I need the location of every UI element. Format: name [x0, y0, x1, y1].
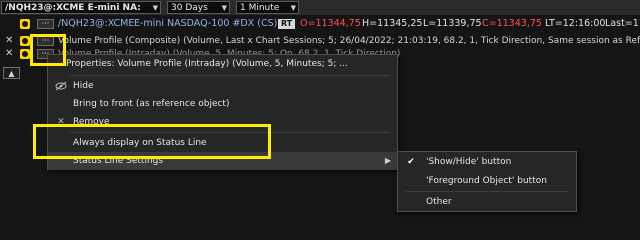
submenu-item-label: Other — [426, 197, 452, 207]
close-value: C=11343,75 — [482, 18, 542, 29]
menu-item-hide[interactable]: Hide — [48, 77, 397, 95]
submenu-item-show-hide[interactable]: ✔ 'Show/Hide' button — [398, 153, 576, 171]
check-icon: ✔ — [407, 157, 415, 167]
close-icon[interactable]: ✕ — [5, 35, 13, 47]
menu-item-label: Properties: Volume Profile (Intraday) (V… — [66, 59, 348, 69]
last-price-value: Last=113 — [605, 18, 640, 29]
period-combo-value: 30 Days — [171, 3, 208, 13]
menu-divider — [406, 191, 568, 192]
collapse-button[interactable]: ▲ — [3, 67, 20, 79]
highlight-box-more-options — [30, 34, 66, 66]
more-options-button[interactable]: ··· — [37, 19, 54, 29]
chevron-right-icon: ▶ — [384, 156, 391, 165]
chart-toolbar: /NQH23@:XCME E-mini NA: ▼ 30 Days ▼ 1 Mi… — [0, 0, 640, 15]
interval-combo[interactable]: 1 Minute ▼ — [236, 1, 299, 14]
status-symbol: /NQH23@:XCME — [58, 18, 135, 29]
study-row-composite: ✕ ··· Volume Profile (Composite) (Volume… — [0, 35, 640, 47]
submenu-item-label: 'Show/Hide' button — [426, 157, 512, 167]
low-value: L=11339,75 — [423, 18, 482, 29]
symbol-combo[interactable]: /NQH23@:XCME E-mini NA: ▼ — [1, 1, 161, 14]
menu-item-label: Hide — [73, 81, 94, 91]
show-hide-icon[interactable] — [20, 36, 30, 46]
open-value: O=11344,75 — [300, 18, 361, 29]
highlight-box-always-display — [33, 124, 271, 159]
status-line: ··· /NQH23@:XCME E-mini NASDAQ-100 #DX (… — [0, 17, 640, 31]
menu-item-bring-to-front[interactable]: Bring to front (as reference object) — [48, 95, 397, 113]
study-label: Volume Profile (Composite) (Volume, Last… — [58, 36, 640, 46]
menu-item-properties[interactable]: Properties: Volume Profile (Intraday) (V… — [48, 55, 397, 73]
realtime-badge: RT — [278, 19, 296, 29]
symbol-combo-value: /NQH23@:XCME E-mini NA: — [5, 3, 141, 13]
submenu-item-label: 'Foreground Object' button — [426, 176, 547, 186]
submenu-item-other[interactable]: Other — [398, 193, 576, 211]
chevron-down-icon: ▼ — [152, 4, 158, 12]
show-hide-icon[interactable] — [20, 19, 30, 29]
status-line-settings-submenu: ✔ 'Show/Hide' button 'Foreground Object'… — [397, 151, 577, 212]
chevron-down-icon: ▼ — [221, 4, 227, 12]
status-description: E-mini NASDAQ-100 #DX (CS) — [134, 18, 278, 29]
high-value: H=11345,25 — [362, 18, 423, 29]
interval-combo-value: 1 Minute — [240, 3, 280, 13]
show-hide-icon[interactable] — [20, 49, 30, 59]
close-icon[interactable]: ✕ — [5, 48, 13, 60]
caret-up-icon: ▲ — [8, 69, 15, 78]
menu-item-label: Bring to front (as reference object) — [73, 99, 230, 109]
last-time-value: LT=12:16:00 — [545, 18, 606, 29]
submenu-item-foreground[interactable]: 'Foreground Object' button — [398, 172, 576, 190]
period-combo[interactable]: 30 Days ▼ — [167, 1, 230, 14]
menu-divider — [70, 75, 390, 76]
chevron-down-icon: ▼ — [290, 4, 296, 12]
